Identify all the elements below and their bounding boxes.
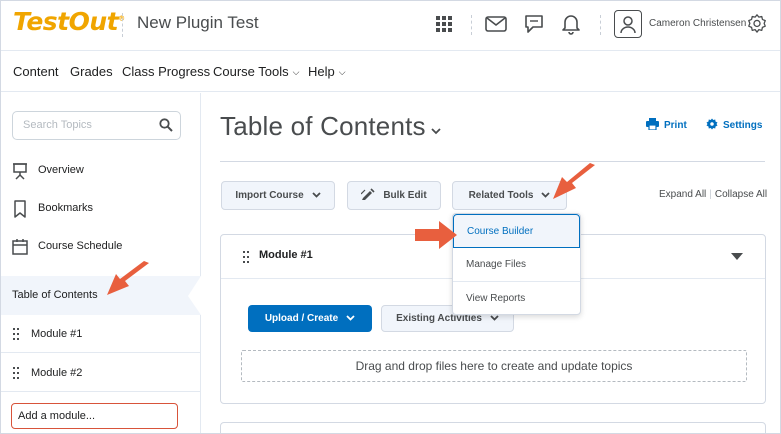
mail-icon[interactable]	[483, 11, 509, 37]
chevron-down-icon	[312, 190, 321, 201]
header-divider	[471, 15, 472, 35]
module-title: Module #1	[259, 249, 313, 261]
settings-button[interactable]: Settings	[706, 118, 762, 133]
collapse-all-link[interactable]: Collapse All	[715, 189, 767, 200]
bell-icon[interactable]	[558, 11, 584, 37]
page-title: Table of Contents	[220, 111, 426, 141]
sidebar: Search Topics Overview Bookmarks Course …	[1, 93, 201, 433]
app-window: TestOut® New Plugin Test Cameron Christe…	[0, 0, 781, 434]
menu-item-manage-files[interactable]: Manage Files	[453, 248, 580, 282]
menu-item-view-reports[interactable]: View Reports	[453, 282, 580, 316]
expand-all-link[interactable]: Expand All	[659, 189, 706, 200]
sidebar-item-bookmarks[interactable]: Bookmarks	[1, 191, 200, 227]
nav-content[interactable]: Content	[13, 64, 59, 79]
course-title[interactable]: New Plugin Test	[137, 13, 259, 33]
nav-grades[interactable]: Grades	[70, 64, 113, 79]
header-divider	[122, 13, 123, 37]
printer-icon	[646, 118, 659, 133]
chevron-down-icon: ⌵	[338, 67, 346, 77]
nav-course-tools[interactable]: Course Tools ⌵	[213, 64, 299, 79]
drag-handle-icon[interactable]	[13, 366, 19, 384]
course-navbar: Content Grades Class Progress Course Too…	[1, 52, 780, 92]
header-divider	[600, 15, 601, 35]
sidebar-item-overview[interactable]: Overview	[1, 153, 200, 189]
active-indicator	[188, 276, 201, 315]
drag-handle-icon[interactable]	[13, 327, 19, 345]
search-topics-input[interactable]: Search Topics	[12, 111, 181, 140]
nav-help[interactable]: Help ⌵	[308, 64, 346, 79]
sidebar-module-item[interactable]: Module #1	[1, 315, 200, 353]
expand-collapse-links: Expand All | Collapse All	[659, 189, 768, 200]
search-icon[interactable]	[159, 118, 173, 137]
gear-icon	[706, 118, 718, 133]
user-name[interactable]: Cameron Christensen	[649, 18, 746, 29]
sidebar-item-course-schedule[interactable]: Course Schedule	[1, 229, 200, 265]
nav-class-progress[interactable]: Class Progress	[122, 64, 210, 79]
annotation-arrow-icon	[553, 163, 595, 199]
related-tools-menu: Course Builder Manage Files View Reports	[452, 213, 581, 315]
drag-handle-icon[interactable]	[243, 250, 249, 268]
chevron-down-icon[interactable]	[431, 122, 441, 140]
annotation-arrow-icon	[107, 261, 149, 295]
calendar-icon	[12, 238, 28, 261]
gear-icon[interactable]	[744, 11, 770, 37]
import-course-button[interactable]: Import Course	[221, 181, 335, 210]
chevron-down-icon	[346, 313, 355, 324]
chevron-down-icon: ⌵	[292, 67, 300, 77]
print-button[interactable]: Print	[646, 118, 687, 133]
bulk-edit-button[interactable]: Bulk Edit	[347, 181, 441, 210]
bookmark-icon	[12, 200, 28, 223]
file-dropzone[interactable]: Drag and drop files here to create and u…	[241, 350, 747, 382]
add-module-input[interactable]: Add a module...	[11, 403, 178, 429]
top-header: TestOut® New Plugin Test Cameron Christe…	[1, 1, 780, 51]
sidebar-item-table-of-contents[interactable]: Table of Contents	[1, 276, 201, 315]
upload-create-button[interactable]: Upload / Create	[248, 305, 372, 332]
presentation-icon	[12, 162, 28, 185]
pencil-icon	[360, 188, 375, 203]
user-avatar-icon[interactable]	[614, 10, 642, 38]
menu-item-course-builder[interactable]: Course Builder	[453, 214, 580, 248]
module-card	[220, 422, 766, 433]
divider	[220, 161, 765, 162]
apps-grid-icon[interactable]	[431, 11, 457, 37]
collapse-triangle-icon[interactable]	[731, 253, 743, 260]
testout-logo[interactable]: TestOut®	[13, 7, 125, 36]
chat-icon[interactable]	[521, 11, 547, 37]
sidebar-module-item[interactable]: Module #2	[1, 354, 200, 392]
annotation-arrow-icon	[415, 221, 457, 249]
